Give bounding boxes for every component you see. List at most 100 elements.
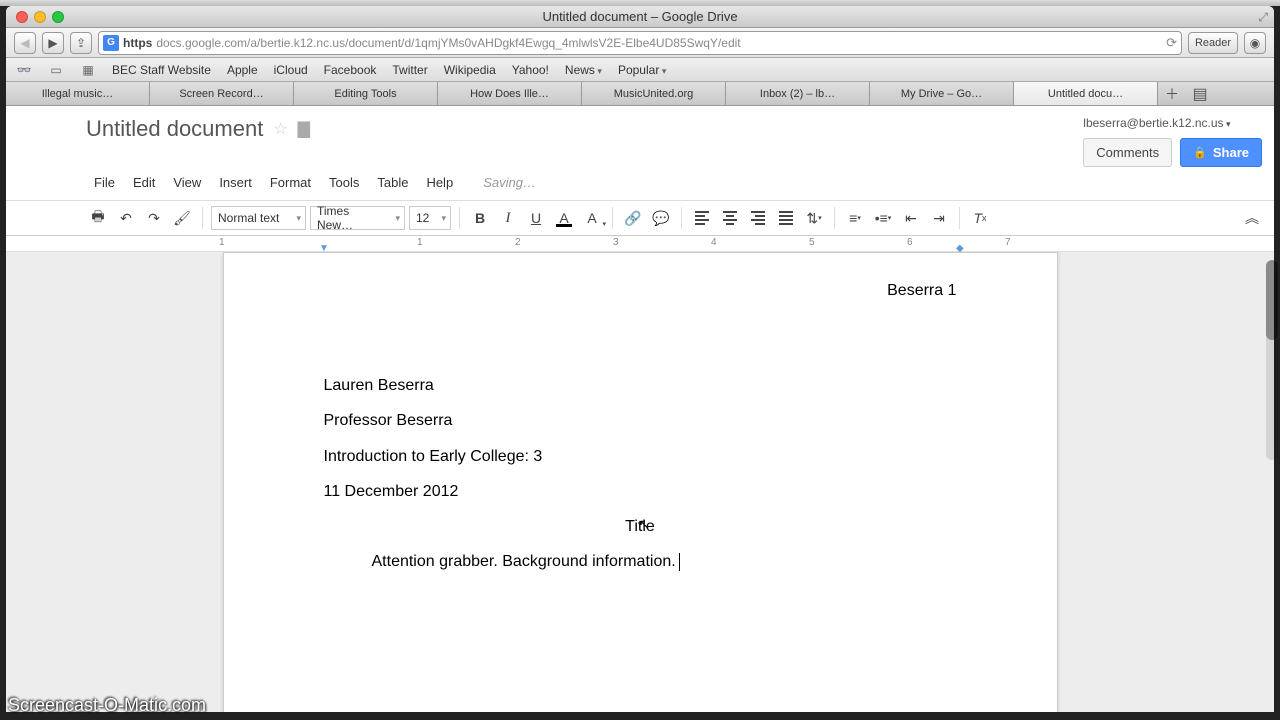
- numbered-list-button[interactable]: ≡▾: [843, 206, 867, 230]
- doc-body-line[interactable]: Attention grabber. Background informatio…: [324, 544, 957, 579]
- folder-icon[interactable]: ▇: [298, 119, 310, 139]
- text-cursor: [679, 553, 680, 571]
- bookmark-item[interactable]: Yahoo!: [512, 63, 549, 77]
- horizontal-ruler[interactable]: 1 1 2 3 4 5 6 7 ▼ ◆: [6, 236, 1274, 252]
- bold-button[interactable]: B: [468, 206, 492, 230]
- menu-view[interactable]: View: [165, 171, 209, 194]
- doc-text-line[interactable]: 11 December 2012: [324, 474, 957, 509]
- page-header[interactable]: Beserra 1: [324, 273, 957, 308]
- safari-window: Untitled document – Google Drive ⤢ ◀ ▶ ⇪…: [6, 6, 1274, 712]
- lock-icon: 🔒: [1193, 146, 1207, 159]
- bookmark-item[interactable]: Wikipedia: [444, 63, 496, 77]
- browser-nav-toolbar: ◀ ▶ ⇪ G https docs.google.com/a/bertie.k…: [6, 28, 1274, 58]
- watermark: Screencast-O-Matic.com: [8, 695, 206, 716]
- back-button[interactable]: ◀: [14, 32, 36, 54]
- redo-icon[interactable]: ↷: [142, 206, 166, 230]
- clear-formatting-button[interactable]: Tx: [968, 206, 992, 230]
- menu-edit[interactable]: Edit: [125, 171, 163, 194]
- zoom-window-button[interactable]: [52, 11, 64, 23]
- minimize-window-button[interactable]: [34, 11, 46, 23]
- paragraph-style-select[interactable]: Normal text: [211, 206, 306, 230]
- highlight-color-button[interactable]: A▾: [580, 206, 604, 230]
- bookmark-item[interactable]: News: [565, 63, 602, 77]
- browser-tab-active[interactable]: Untitled docu…: [1014, 82, 1158, 105]
- tab-overview-button[interactable]: ▤: [1186, 82, 1214, 105]
- site-favicon-icon: G: [103, 35, 119, 51]
- collapse-toolbar-icon[interactable]: ︽: [1240, 206, 1264, 230]
- bookmark-item[interactable]: Twitter: [392, 63, 427, 77]
- document-canvas: Beserra 1 Lauren Beserra Professor Beser…: [6, 252, 1274, 712]
- bookmark-item[interactable]: BEC Staff Website: [112, 63, 211, 77]
- align-center-button[interactable]: [718, 206, 742, 230]
- scrollbar[interactable]: [1266, 260, 1278, 460]
- star-icon[interactable]: ☆: [273, 119, 287, 139]
- browser-tab[interactable]: My Drive – Go…: [870, 82, 1014, 105]
- print-icon[interactable]: 🖶: [86, 206, 110, 230]
- share-page-button[interactable]: ⇪: [70, 32, 92, 54]
- share-label: Share: [1213, 145, 1249, 160]
- paint-format-icon[interactable]: 🖌: [170, 206, 194, 230]
- doc-text-line[interactable]: Lauren Beserra: [324, 368, 957, 403]
- insert-comment-icon[interactable]: 💬: [649, 206, 673, 230]
- align-justify-button[interactable]: [774, 206, 798, 230]
- bulleted-list-button[interactable]: •≡▾: [871, 206, 895, 230]
- doc-title-text: Title: [625, 518, 655, 535]
- docs-header: Untitled document ☆ ▇ lbeserra@bertie.k1…: [6, 106, 1274, 167]
- reading-list-icon[interactable]: 👓: [16, 63, 32, 77]
- doc-title-line[interactable]: Title ↖: [324, 509, 957, 544]
- insert-link-icon[interactable]: 🔗: [621, 206, 645, 230]
- increase-indent-button[interactable]: ⇥: [927, 206, 951, 230]
- address-bar[interactable]: G https docs.google.com/a/bertie.k12.nc.…: [98, 31, 1182, 55]
- ruler-tick: 6: [907, 237, 913, 248]
- close-window-button[interactable]: [16, 11, 28, 23]
- docs-menubar: File Edit View Insert Format Tools Table…: [6, 167, 1274, 200]
- menu-tools[interactable]: Tools: [321, 171, 367, 194]
- document-title[interactable]: Untitled document: [86, 116, 263, 142]
- doc-text-line[interactable]: Professor Beserra: [324, 403, 957, 438]
- doc-body-text: Attention grabber. Background informatio…: [372, 553, 676, 570]
- new-tab-button[interactable]: ＋: [1158, 82, 1186, 105]
- menu-insert[interactable]: Insert: [211, 171, 260, 194]
- align-right-button[interactable]: [746, 206, 770, 230]
- italic-button[interactable]: I: [496, 206, 520, 230]
- bookmark-item[interactable]: iCloud: [274, 63, 308, 77]
- scrollbar-thumb[interactable]: [1266, 260, 1278, 340]
- bookmark-item[interactable]: Facebook: [324, 63, 377, 77]
- reload-icon[interactable]: ⟳: [1166, 35, 1177, 51]
- fullscreen-icon[interactable]: ⤢: [1258, 10, 1268, 24]
- menu-file[interactable]: File: [86, 171, 123, 194]
- decrease-indent-button[interactable]: ⇤: [899, 206, 923, 230]
- doc-text-line[interactable]: Introduction to Early College: 3: [324, 439, 957, 474]
- bookmarks-icon[interactable]: ▭: [48, 63, 64, 77]
- comments-button[interactable]: Comments: [1083, 138, 1172, 167]
- window-title: Untitled document – Google Drive: [542, 9, 737, 24]
- bookmark-item[interactable]: Popular: [618, 63, 666, 77]
- ruler-tick: 1: [417, 237, 423, 248]
- browser-tab[interactable]: Editing Tools: [294, 82, 438, 105]
- bookmark-item[interactable]: Apple: [227, 63, 258, 77]
- top-sites-icon[interactable]: ▦: [80, 63, 96, 77]
- browser-tab[interactable]: Inbox (2) – lb…: [726, 82, 870, 105]
- share-button[interactable]: 🔒 Share: [1180, 138, 1262, 167]
- menu-table[interactable]: Table: [369, 171, 416, 194]
- forward-button[interactable]: ▶: [42, 32, 64, 54]
- reader-button[interactable]: Reader: [1188, 32, 1238, 54]
- browser-tab[interactable]: Illegal music…: [6, 82, 150, 105]
- url-text: docs.google.com/a/bertie.k12.nc.us/docum…: [156, 36, 740, 50]
- docs-toolbar: 🖶 ↶ ↷ 🖌 Normal text Times New… 12 B I U …: [6, 200, 1274, 236]
- font-family-select[interactable]: Times New…: [310, 206, 405, 230]
- undo-icon[interactable]: ↶: [114, 206, 138, 230]
- align-left-button[interactable]: [690, 206, 714, 230]
- document-page[interactable]: Beserra 1 Lauren Beserra Professor Beser…: [223, 252, 1058, 712]
- browser-tab[interactable]: Screen Record…: [150, 82, 294, 105]
- browser-tab[interactable]: How Does Ille…: [438, 82, 582, 105]
- menu-help[interactable]: Help: [418, 171, 461, 194]
- font-size-select[interactable]: 12: [409, 206, 451, 230]
- menu-format[interactable]: Format: [262, 171, 319, 194]
- underline-button[interactable]: U: [524, 206, 548, 230]
- text-color-button[interactable]: A: [552, 206, 576, 230]
- browser-tab[interactable]: MusicUnited.org: [582, 82, 726, 105]
- line-spacing-button[interactable]: ⇅▾: [802, 206, 826, 230]
- account-email[interactable]: lbeserra@bertie.k12.nc.us: [1083, 116, 1262, 130]
- downloads-button[interactable]: ◉: [1244, 32, 1266, 54]
